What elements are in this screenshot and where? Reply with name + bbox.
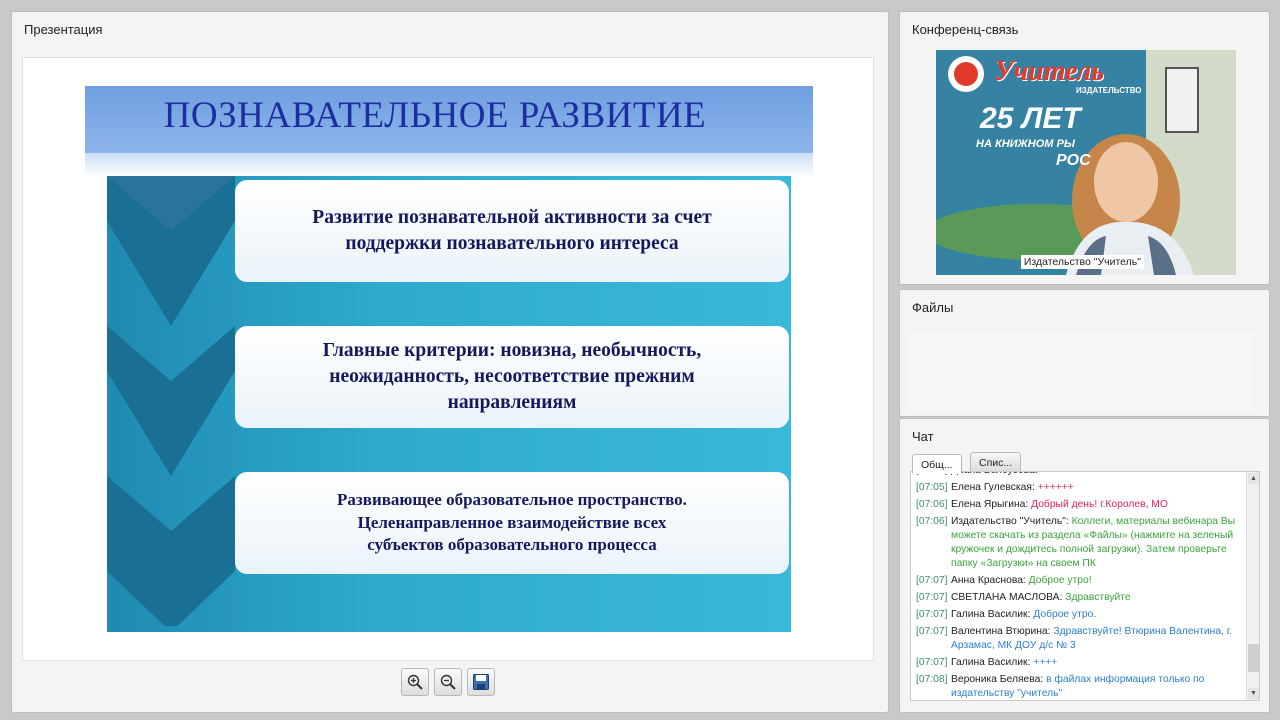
slide-box-1: Развитие познавательной активности за сч… [235,180,789,282]
video-feed[interactable]: Учитель ИЗДАТЕЛЬСТВО 25 ЛЕТ НА КНИЖНОМ Р… [936,50,1236,275]
chat-message-author: Елена Гулевская: [951,482,1035,493]
chat-message-body: Елена Ярыгина: Добрый день! г.Королев, М… [951,498,1246,512]
slide-title-gradient [85,153,813,177]
chat-message-body: Вероника Беляева: в файлах информация то… [951,673,1246,700]
chat-message: [07:07] СВЕТЛАНА МАСЛОВА: Здравствуйте [916,591,1246,605]
chat-message-text: Здравствуйте [1065,592,1131,603]
slide: ПОЗНАВАТЕЛЬНОЕ РАЗВИТИЕ Развитие познава… [85,86,813,634]
chat-message-author: Диана Белоусова: [951,472,1038,476]
chevron-shape [107,326,235,476]
chat-message-time: [07:05] [916,482,948,493]
chat-messages: [07:05]Диана Белоусова: [07:05]Елена Гул… [916,472,1246,700]
chat-message-text: Добрый день! г.Королев, МО [1031,499,1168,510]
chat-message: [07:07] Галина Василик: Доброе утро. [916,608,1246,622]
chat-scrollbar[interactable]: ▲ ▼ [1246,472,1259,700]
presentation-toolbar [401,668,495,700]
zoom-in-button[interactable] [401,668,429,696]
chevron-shape [107,476,235,626]
slide-box-2: Главные критерии: новизна, необычность, … [235,326,789,428]
chat-message-time: [07:07] [916,592,948,603]
slide-title-bar: ПОЗНАВАТЕЛЬНОЕ РАЗВИТИЕ [85,86,813,153]
scrollbar-thumb[interactable] [1248,644,1259,672]
presentation-panel: Презентация ПОЗНАВАТЕЛЬНОЕ РАЗВИТИЕ Разв… [11,11,889,713]
slide-viewport[interactable]: ПОЗНАВАТЕЛЬНОЕ РАЗВИТИЕ Развитие познава… [22,57,874,661]
banner-publisher: ИЗДАТЕЛЬСТВО [1076,86,1142,95]
files-panel-title: Файлы [912,300,954,315]
chat-message-body: Издательство "Учитель": Коллеги, материа… [951,515,1246,571]
banner-years: 25 ЛЕТ [980,102,1081,135]
scroll-down-icon[interactable]: ▼ [1248,688,1259,699]
zoom-in-icon [407,674,423,690]
chat-message: [07:07] Анна Краснова: Доброе утро! [916,574,1246,588]
chat-panel: Чат Общ... Спис... [07:05]Диана Белоусов… [899,418,1270,713]
files-panel: Файлы [899,289,1270,417]
chat-message-author: Галина Василик: [951,657,1031,668]
chat-message-author: Валентина Втюрина: [951,626,1051,637]
zoom-out-button[interactable] [434,668,462,696]
chat-message-body: СВЕТЛАНА МАСЛОВА: Здравствуйте [951,591,1246,605]
save-icon [473,674,489,690]
chat-message-author: СВЕТЛАНА МАСЛОВА: [951,592,1063,603]
chat-message-author: Издательство "Учитель": [951,516,1069,527]
chat-message-text: Доброе утро! [1028,575,1092,586]
zoom-out-icon [440,674,456,690]
chat-message: [07:06] Елена Ярыгина: Добрый день! г.Кор… [916,498,1246,512]
chat-message-body: Галина Василик: Доброе утро. [951,608,1246,622]
banner-tagline: НА КНИЖНОМ РЫ [976,138,1075,150]
slide-body: Развитие познавательной активности за сч… [107,176,791,632]
files-list[interactable] [908,332,1254,412]
chat-message-text: ++++++ [1037,482,1074,493]
chat-message-time: [07:07] [916,609,948,620]
chat-message: [07:05]Диана Белоусова: [916,472,1246,478]
chat-message-time: [07:07] [916,626,948,637]
save-button[interactable] [467,668,495,696]
tab-general-chat[interactable]: Общ... [912,454,962,474]
chat-message-body: Галина Василик: ++++ [951,656,1246,670]
chat-message: [07:06] Издательство "Учитель": Коллеги, … [916,515,1246,571]
chat-message: [07:07] Галина Василик: ++++ [916,656,1246,670]
chat-message-author: Елена Ярыгина: [951,499,1029,510]
scroll-up-icon[interactable]: ▲ [1248,473,1259,484]
chat-message-time: [07:08] [916,674,948,685]
chat-message-body: Диана Белоусова: [951,472,1246,478]
chat-message-body: Анна Краснова: Доброе утро! [951,574,1246,588]
chat-message-time: [07:07] [916,657,948,668]
chat-message: [07:08] Вероника Беляева: в файлах информ… [916,673,1246,700]
conference-panel-title: Конференц-связь [912,22,1019,37]
chat-message-time: [07:06] [916,499,948,510]
chat-message-body: Елена Гулевская: ++++++ [951,481,1246,495]
chat-message: [07:05] Елена Гулевская: ++++++ [916,481,1246,495]
banner-brand: Учитель [994,56,1105,87]
tab-participants-list[interactable]: Спис... [970,452,1022,472]
presentation-panel-title: Презентация [24,22,103,37]
chat-message-body: Валентина Втюрина: Здравствуйте! Втюрина… [951,625,1246,653]
slide-heading: ПОЗНАВАТЕЛЬНОЕ РАЗВИТИЕ [163,95,707,136]
chat-message-time: [07:06] [916,516,948,527]
chat-message-author: Галина Василик: [951,609,1031,620]
chat-log[interactable]: [07:05]Диана Белоусова: [07:05]Елена Гул… [910,471,1260,701]
chevron-shape [107,176,235,326]
conference-panel: Конференц-связь Учитель ИЗДАТЕЛЬСТВО 25 … [899,11,1270,285]
chat-message-author: Анна Краснова: [951,575,1026,586]
chat-message-time: [07:07] [916,575,948,586]
chat-message: [07:07] Валентина Втюрина: Здравствуйте! … [916,625,1246,653]
slide-box-3: Развивающее образовательное пространство… [235,472,789,574]
chat-message-text: Доброе утро. [1033,609,1097,620]
chat-panel-title: Чат [912,429,934,444]
banner-tagline2: РОС [1056,152,1091,169]
chat-message-text: ++++ [1033,657,1058,668]
chat-message-author: Вероника Беляева: [951,674,1044,685]
video-caption: Издательство "Учитель" [1020,255,1144,269]
